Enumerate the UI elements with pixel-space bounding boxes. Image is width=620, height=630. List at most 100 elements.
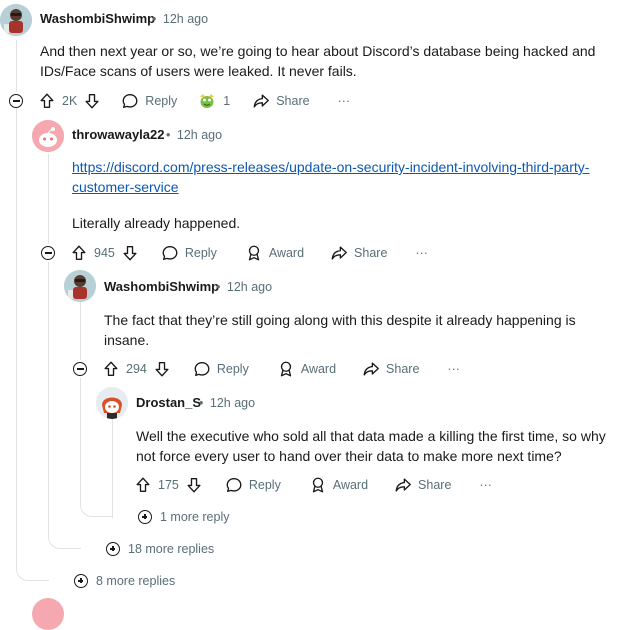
plus-circle-icon — [74, 574, 88, 588]
share-label: Share — [386, 362, 420, 376]
comment-meta: • 12h ago — [166, 128, 222, 142]
avatar[interactable] — [32, 120, 64, 152]
plus-circle-icon — [106, 542, 120, 556]
reply-button[interactable]: Reply — [193, 360, 249, 378]
comment-actions: 294 Reply Award Share ··· — [102, 357, 460, 381]
minus-circle-icon — [12, 100, 20, 102]
award-count: 1 — [223, 94, 231, 108]
share-button[interactable]: Share — [362, 360, 419, 378]
award-label: Award — [268, 246, 305, 260]
arrow-down-icon[interactable] — [121, 244, 139, 262]
reply-button[interactable]: Reply — [121, 92, 177, 110]
share-arrow-icon — [330, 244, 348, 262]
reply-button[interactable]: Reply — [161, 244, 217, 262]
award-button[interactable]: Award — [245, 244, 304, 262]
reply-label: Reply — [248, 478, 281, 492]
award-button[interactable]: Award — [309, 476, 368, 494]
comment-body: The fact that they’re still going along … — [104, 312, 576, 348]
arrow-up-icon[interactable] — [102, 360, 120, 378]
share-button[interactable]: Share — [330, 244, 387, 262]
comment-body: https://discord.com/press-releases/updat… — [72, 157, 612, 233]
more-options-button[interactable]: ··· — [447, 362, 460, 376]
share-label: Share — [354, 246, 388, 260]
comment-time: 12h ago — [226, 280, 273, 294]
comment-body: Well the executive who sold all that dat… — [136, 428, 606, 464]
comment-meta: • 12h ago — [199, 396, 255, 410]
vote-count: 175 — [158, 478, 179, 492]
share-button[interactable]: Share — [394, 476, 451, 494]
plus-circle-icon — [138, 510, 152, 524]
comment-actions: 2K Reply 1 Share ··· — [38, 89, 350, 113]
thread-line-level4 — [112, 418, 113, 518]
arrow-down-icon[interactable] — [83, 92, 101, 110]
arrow-up-icon[interactable] — [70, 244, 88, 262]
arrow-down-icon[interactable] — [153, 360, 171, 378]
vote-count: 2K — [62, 94, 78, 108]
comment-actions: 175 Reply Award Share ··· — [134, 473, 492, 497]
meta-separator: • — [216, 280, 221, 294]
reply-label: Reply — [216, 362, 249, 376]
avatar[interactable] — [96, 387, 128, 419]
arrow-down-icon[interactable] — [185, 476, 203, 494]
speech-bubble-icon — [121, 92, 139, 110]
meta-separator: • — [199, 396, 204, 410]
share-arrow-icon — [394, 476, 412, 494]
more-replies-label: 1 more reply — [160, 510, 230, 524]
more-replies-label: 8 more replies — [96, 574, 176, 588]
vote-group: 175 — [134, 476, 203, 494]
external-link[interactable]: https://discord.com/press-releases/updat… — [72, 159, 589, 175]
avatar[interactable] — [0, 4, 32, 36]
avatar-image-icon — [0, 4, 32, 36]
comment-username[interactable]: WashombiShwimp — [40, 11, 155, 26]
comment-time: 12h ago — [176, 128, 223, 142]
speech-bubble-icon — [225, 476, 243, 494]
thread-line-level3 — [80, 302, 81, 360]
speech-bubble-icon — [193, 360, 211, 378]
thread-line-level1 — [16, 40, 17, 92]
more-options-icon: ··· — [447, 362, 460, 376]
share-button[interactable]: Share — [252, 92, 310, 110]
collapse-button[interactable] — [73, 362, 87, 376]
share-arrow-icon — [252, 92, 270, 110]
more-replies-button[interactable]: 8 more replies — [74, 574, 175, 588]
minus-circle-icon — [44, 252, 52, 254]
vote-group: 2K — [38, 92, 101, 110]
award-button[interactable]: 1 — [197, 91, 230, 111]
comment-meta: • 12h ago — [152, 12, 208, 26]
arrow-up-icon[interactable] — [38, 92, 56, 110]
more-options-icon: ··· — [337, 94, 351, 108]
thread-line-level2 — [48, 154, 49, 244]
avatar[interactable] — [32, 598, 64, 630]
arrow-up-icon[interactable] — [134, 476, 152, 494]
thread-branch-level2 — [48, 262, 81, 549]
award-icon — [277, 360, 295, 378]
more-options-button[interactable]: ··· — [479, 478, 492, 492]
meta-separator: • — [166, 128, 171, 142]
reply-button[interactable]: Reply — [225, 476, 281, 494]
share-label: Share — [418, 478, 452, 492]
vote-group: 945 — [70, 244, 139, 262]
share-arrow-icon — [362, 360, 380, 378]
avatar[interactable] — [64, 270, 96, 302]
more-options-button[interactable]: ··· — [415, 246, 428, 260]
external-link-continued[interactable]: customer-service — [72, 179, 179, 195]
more-replies-button[interactable]: 1 more reply — [138, 510, 229, 524]
award-label: Award — [300, 362, 337, 376]
thread-branch-level1 — [16, 108, 49, 581]
collapse-button[interactable] — [9, 94, 23, 108]
collapse-button[interactable] — [41, 246, 55, 260]
award-button[interactable]: Award — [277, 360, 336, 378]
award-icon — [245, 244, 263, 262]
more-options-icon: ··· — [415, 246, 428, 260]
meta-separator: • — [152, 12, 157, 26]
comment-time: 12h ago — [162, 12, 209, 26]
speech-bubble-icon — [161, 244, 179, 262]
more-options-button[interactable]: ··· — [338, 94, 351, 108]
reply-label: Reply — [145, 94, 178, 108]
comment-username[interactable]: WashombiShwimp — [104, 279, 219, 294]
more-replies-button[interactable]: 18 more replies — [106, 542, 214, 556]
comment-actions: 945 Reply Award Share ··· — [70, 241, 428, 265]
comment-username[interactable]: throwawayla22 — [72, 127, 165, 142]
comment-username[interactable]: Drostan_S — [136, 395, 201, 410]
avatar-image-icon — [64, 270, 96, 302]
